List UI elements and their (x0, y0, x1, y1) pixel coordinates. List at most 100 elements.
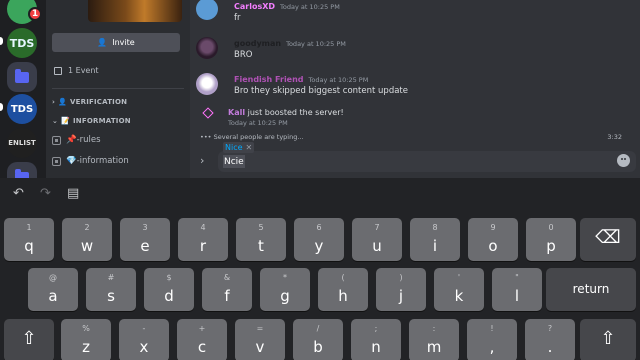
typing-indicator: ••• Several people are typing... (200, 133, 304, 141)
server-folder-icon[interactable] (7, 62, 37, 92)
key-label: i (432, 237, 438, 255)
key-alt-label: @ (49, 273, 57, 282)
key-f[interactable]: & f (202, 268, 252, 311)
server-tds2-icon[interactable]: TDS (7, 94, 37, 124)
key-r[interactable]: 4r (178, 218, 228, 261)
key-x[interactable]: -x (119, 319, 169, 360)
suggestion-text[interactable]: Nice (225, 143, 243, 152)
selected-server-indicator (0, 37, 3, 45)
key-label: c (197, 338, 207, 356)
return-key[interactable]: return (546, 268, 636, 311)
key-alt-label: 0 (548, 223, 554, 232)
events-link[interactable]: 1 Event (54, 66, 99, 75)
key-j[interactable]: ) j (376, 268, 426, 311)
message-text: BRO (234, 50, 253, 60)
key-label: w (80, 237, 94, 255)
key-label: y (314, 237, 324, 255)
paste-icon[interactable]: ▤ (67, 186, 79, 201)
key-b[interactable]: / b (293, 319, 343, 360)
key-u[interactable]: 7u (352, 218, 402, 261)
key-t[interactable]: 5t (236, 218, 286, 261)
key-o[interactable]: 9o (468, 218, 518, 261)
key-n[interactable]: ; n (351, 319, 401, 360)
key-period[interactable]: ?. (525, 319, 575, 360)
key-i[interactable]: 8i (410, 218, 460, 261)
key-alt-label: % (82, 324, 90, 333)
key-alt-label: 1 (26, 223, 32, 232)
emoji-icon[interactable] (617, 154, 630, 167)
key-g[interactable]: * g (260, 268, 310, 311)
key-d[interactable]: $ d (144, 268, 194, 311)
key-a[interactable]: @ a (28, 268, 78, 311)
app-root: 1 TDS TDS ENLIST 👤 Invite 1 Event › 👤 VE… (0, 0, 640, 360)
category-verification[interactable]: › 👤 VERIFICATION (52, 98, 127, 106)
key-w[interactable]: 2w (62, 218, 112, 261)
message-header: goodyman Today at 10:25 PM (234, 39, 346, 48)
expand-actions-icon[interactable]: › (200, 154, 204, 167)
category-information[interactable]: ⌄ 📝 INFORMATION (52, 117, 131, 125)
key-c[interactable]: + c (177, 319, 227, 360)
message-text: Bro they skipped biggest content update (234, 86, 408, 96)
onscreen-keyboard: ↶ ↷ ▤ 1q2w3e4r5t6y7u8i9o0p ⌫ @ a # s $ d & f * g(… (0, 178, 640, 360)
key-k[interactable]: ' k (434, 268, 484, 311)
key-alt-label: 3 (142, 223, 148, 232)
dismiss-suggestion-icon[interactable]: ✕ (246, 143, 253, 152)
message-input[interactable]: Ncie (223, 155, 245, 168)
server-tds-icon[interactable]: TDS (7, 28, 37, 58)
message-author[interactable]: CarlosXD (234, 2, 275, 11)
delete-key[interactable]: ⌫ (580, 218, 636, 261)
message-input-bar[interactable] (218, 151, 636, 172)
message-author[interactable]: Fiendish Friend (234, 75, 304, 84)
key-e[interactable]: 3e (120, 218, 170, 261)
key-comma[interactable]: !, (467, 319, 517, 360)
key-y[interactable]: 6y (294, 218, 344, 261)
key-s[interactable]: # s (86, 268, 136, 311)
shift-icon: ⇧ (21, 328, 37, 349)
channel-text-icon (52, 135, 61, 145)
key-alt-label: 6 (316, 223, 322, 232)
key-alt-label: 5 (258, 223, 264, 232)
key-label: a (48, 287, 58, 305)
redo-icon[interactable]: ↷ (40, 186, 51, 201)
key-label: b (313, 338, 323, 356)
boost-author[interactable]: Kall (228, 108, 245, 117)
avatar[interactable] (196, 37, 218, 59)
message-timestamp: Today at 10:25 PM (308, 76, 369, 84)
typing-dots-icon: ••• (200, 133, 212, 141)
boost-gem-icon (202, 107, 214, 119)
key-alt-label: ; (374, 324, 378, 333)
message-header: CarlosXD Today at 10:25 PM (234, 2, 340, 11)
key-l[interactable]: " l (492, 268, 542, 311)
server-rail: 1 TDS TDS ENLIST (0, 0, 46, 192)
key-alt-label: / (316, 324, 320, 333)
autocorrect-suggestion[interactable]: Nice ✕ (223, 142, 255, 153)
shift-left-key[interactable]: ⇧ (4, 319, 54, 360)
undo-icon[interactable]: ↶ (13, 186, 24, 201)
key-alt-label: ' (457, 273, 461, 282)
key-z[interactable]: % z (61, 319, 111, 360)
key-q[interactable]: 1q (4, 218, 54, 261)
avatar[interactable] (196, 73, 218, 95)
key-alt-label: - (142, 324, 146, 333)
invite-button[interactable]: 👤 Invite (52, 33, 180, 52)
key-label: m (426, 338, 442, 356)
avatar[interactable] (196, 0, 218, 20)
key-label: h (338, 287, 348, 305)
key-alt-label: ) (399, 273, 403, 282)
message-author[interactable]: goodyman (234, 39, 281, 48)
key-label: z (82, 338, 90, 356)
key-label: n (371, 338, 381, 356)
server-dark-icon[interactable]: ENLIST (7, 128, 37, 158)
channel-information[interactable]: 💎-information (52, 156, 129, 166)
key-alt-label: ( (341, 273, 345, 282)
key-h[interactable]: (h (318, 268, 368, 311)
key-alt-label: 2 (84, 223, 90, 232)
shift-right-key[interactable]: ⇧ (580, 319, 636, 360)
key-p[interactable]: 0p (526, 218, 576, 261)
message-timestamp: Today at 10:25 PM (280, 3, 340, 11)
key-m[interactable]: :m (409, 319, 459, 360)
key-label: q (24, 237, 34, 255)
key-v[interactable]: = v (235, 319, 285, 360)
unread-indicator (0, 103, 3, 111)
channel-rules[interactable]: 📌-rules (52, 135, 101, 145)
